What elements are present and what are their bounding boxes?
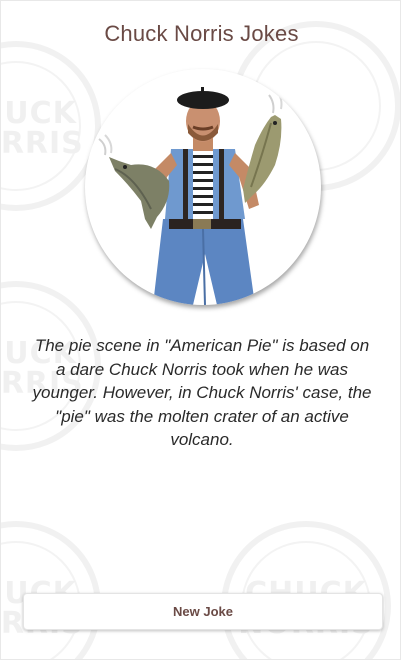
joke-text: The pie scene in "American Pie" is based… — [32, 336, 372, 449]
striped-shirt — [193, 149, 213, 219]
fish-left — [98, 134, 170, 229]
background-watermark-stamp: CHUCK NORRIS — [1, 521, 101, 659]
app-page: CHUCK NORRIS CHUCK NORRIS CHUCK NORRIS C… — [0, 0, 401, 660]
suspender-left — [183, 149, 188, 219]
new-joke-button[interactable]: New Joke — [23, 593, 383, 630]
portrait-image — [98, 87, 283, 305]
watermark-line-2: NORRIS — [0, 126, 84, 161]
fish-right — [243, 90, 283, 203]
beret — [177, 91, 229, 109]
page-title: Chuck Norris Jokes — [104, 21, 299, 46]
background-watermark-stamp: CHUCK NORRIS — [221, 521, 391, 659]
suspender-right — [219, 149, 224, 219]
watermark-line-1: CHUCK — [1, 96, 77, 131]
belt-buckle — [193, 219, 211, 229]
watermark-text: CHUCK NORRIS — [0, 96, 95, 161]
chuck-norris-portrait — [85, 69, 321, 305]
beret-stem — [201, 87, 204, 93]
